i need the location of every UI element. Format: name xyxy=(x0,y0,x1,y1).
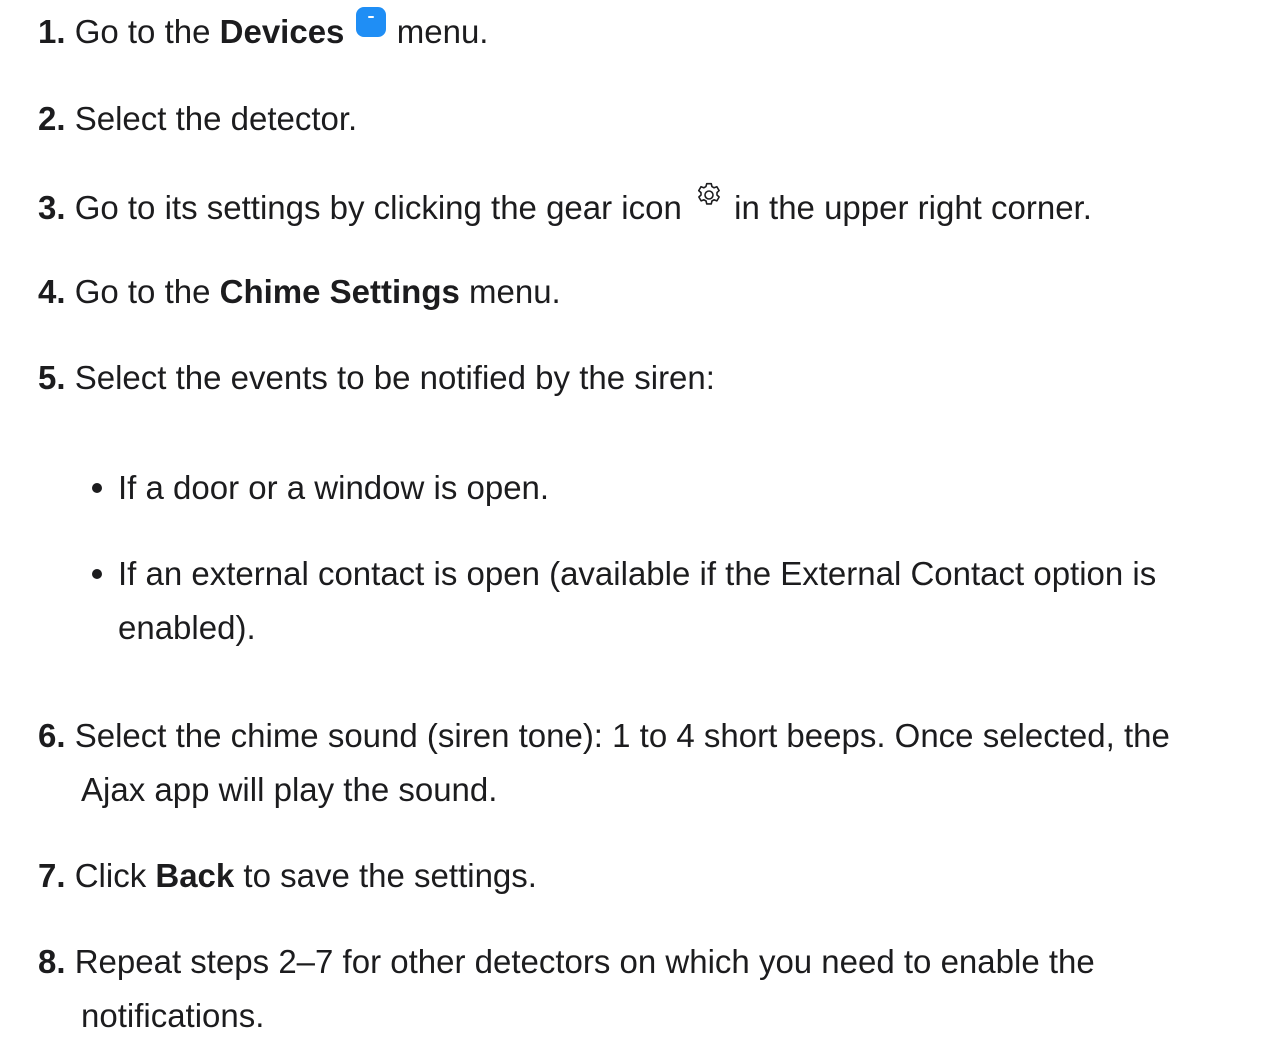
step-6-continued: Ajax app will play the sound. xyxy=(81,763,497,817)
back-button-label: Back xyxy=(155,857,235,894)
step-number: 4. xyxy=(38,273,66,310)
step-8-continued: notifications. xyxy=(81,989,264,1043)
step-8: 8. Repeat steps 2–7 for other detectors … xyxy=(38,935,1095,989)
step-5: 5. Select the events to be notified by t… xyxy=(38,351,715,405)
step-text: Go to the xyxy=(74,13,220,50)
bullet-text: enabled). xyxy=(118,609,256,646)
step-text: in the upper right corner. xyxy=(725,189,1092,226)
step-text: Ajax app will play the sound. xyxy=(81,771,498,808)
step-text: menu. xyxy=(387,13,489,50)
step-6: 6. Select the chime sound (siren tone): … xyxy=(38,709,1170,763)
gear-icon xyxy=(697,182,720,205)
bullet-item: If a door or a window is open. xyxy=(118,461,549,515)
step-4: 4. Go to the Chime Settings menu. xyxy=(38,265,561,319)
step-text: Select the detector. xyxy=(74,100,358,137)
step-number: 7. xyxy=(38,857,66,894)
step-text: Select the events to be notified by the … xyxy=(74,359,715,396)
bullet-item: If an external contact is open (availabl… xyxy=(118,547,1156,601)
step-number: 5. xyxy=(38,359,66,396)
step-text: to save the settings. xyxy=(234,857,537,894)
chime-settings-menu-label: Chime Settings xyxy=(219,273,460,310)
bullet-dot xyxy=(92,483,102,493)
step-text: Select the chime sound (siren tone): 1 t… xyxy=(74,717,1170,754)
step-text: Go to its settings by clicking the gear … xyxy=(74,189,692,226)
step-1: 1. Go to the Devices menu. xyxy=(38,5,488,59)
step-number: 6. xyxy=(38,717,66,754)
instructions-document: 1. Go to the Devices menu. 2. Select the… xyxy=(0,0,1262,1034)
step-number: 1. xyxy=(38,13,66,50)
step-text: Go to the xyxy=(74,273,220,310)
step-number: 2. xyxy=(38,100,66,137)
step-number: 3. xyxy=(38,189,66,226)
step-text: notifications. xyxy=(81,997,265,1034)
step-7: 7. Click Back to save the settings. xyxy=(38,849,537,903)
step-text: Repeat steps 2–7 for other detectors on … xyxy=(74,943,1095,980)
bullet-text: If an external contact is open (availabl… xyxy=(118,555,1157,592)
bullet-text: If a door or a window is open. xyxy=(118,469,550,506)
step-number: 8. xyxy=(38,943,66,980)
step-2: 2. Select the detector. xyxy=(38,92,357,146)
devices-menu-label: Devices xyxy=(219,13,345,50)
step-3: 3. Go to its settings by clicking the ge… xyxy=(38,179,1092,235)
bullet-dot xyxy=(92,569,102,579)
step-text: Click xyxy=(74,857,156,894)
devices-icon xyxy=(355,7,386,37)
step-text: menu. xyxy=(459,273,561,310)
bullet-item-continued: enabled). xyxy=(118,601,256,655)
